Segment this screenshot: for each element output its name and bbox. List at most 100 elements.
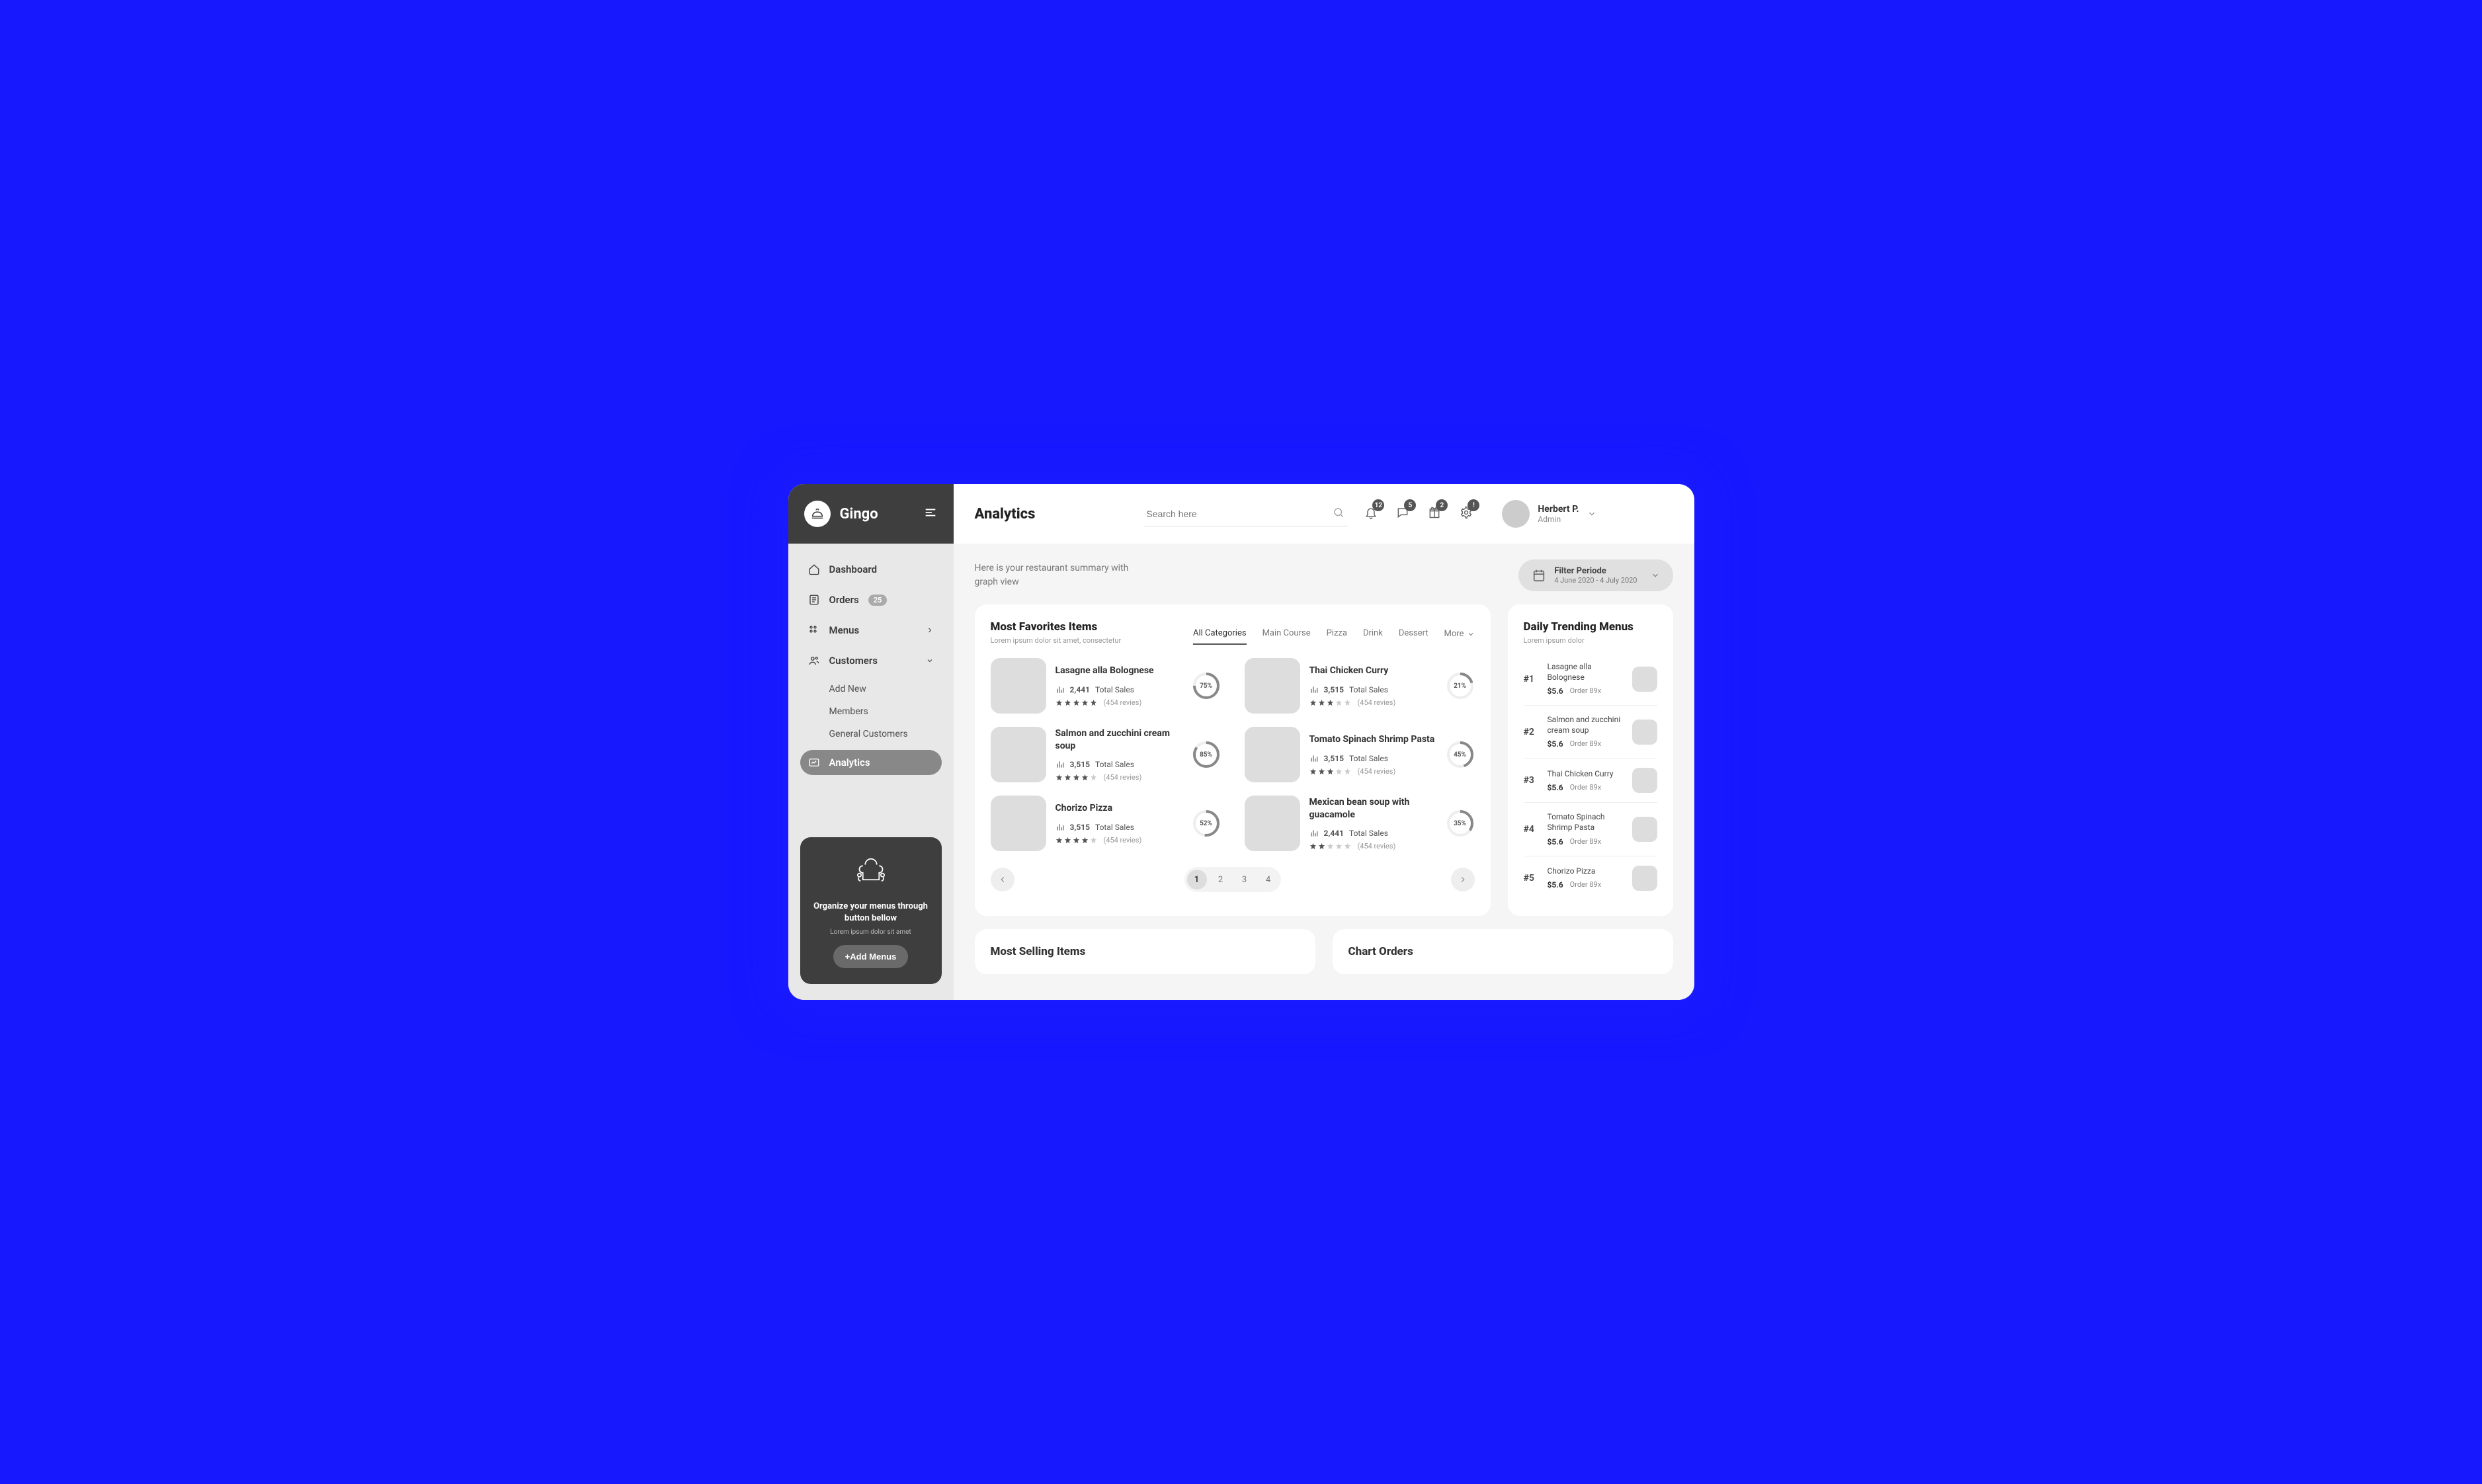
selling-title: Most Selling Items — [991, 945, 1300, 958]
star-icon — [1335, 768, 1343, 775]
sub-add-new[interactable]: Add New — [821, 679, 942, 700]
trend-rank: #1 — [1524, 674, 1540, 684]
trending-item[interactable]: #1 Lasagne alla Bolognese $5.6 Order 89x — [1524, 653, 1657, 705]
favorite-item[interactable]: Chorizo Pizza 3,515Total Sales (454 revi… — [991, 796, 1221, 851]
app-frame: Gingo Dashboard Orders 25 Menus C — [788, 484, 1694, 1000]
trend-rank: #5 — [1524, 873, 1540, 884]
star-icon — [1335, 843, 1343, 850]
pct-label: 21% — [1446, 671, 1475, 700]
star-icon — [1073, 699, 1080, 706]
pct-ring: 35% — [1446, 809, 1475, 838]
nav-dashboard[interactable]: Dashboard — [800, 557, 942, 582]
orders-badge: 25 — [868, 595, 888, 606]
trend-price: $5.6 — [1548, 739, 1563, 749]
page-3[interactable]: 3 — [1235, 870, 1255, 889]
star-icon — [1318, 699, 1325, 706]
favorites-grid: Lasagne alla Bolognese 2,441Total Sales … — [991, 658, 1475, 851]
star-icon — [1090, 699, 1097, 706]
tab-drink[interactable]: Drink — [1363, 628, 1383, 645]
trending-title: Daily Trending Menus — [1524, 620, 1657, 634]
chat-icon[interactable]: 5 — [1396, 506, 1409, 522]
item-thumb — [991, 658, 1046, 714]
star-icon — [1344, 843, 1351, 850]
stars — [1309, 768, 1351, 775]
pct-ring: 85% — [1192, 740, 1221, 769]
trend-name: Lasagne alla Bolognese — [1548, 662, 1624, 682]
trend-thumb — [1632, 817, 1657, 842]
bell-badge: 12 — [1372, 499, 1384, 511]
favorites-sub: Lorem ipsum dolor sit amet, consectetur — [991, 636, 1122, 645]
calendar-icon — [1532, 568, 1546, 583]
page-next[interactable] — [1451, 868, 1475, 891]
brand-name: Gingo — [840, 506, 878, 522]
sub-general[interactable]: General Customers — [821, 723, 942, 745]
tab-dessert[interactable]: Dessert — [1399, 628, 1428, 645]
bell-icon[interactable]: 12 — [1364, 506, 1378, 522]
star-icon — [1327, 768, 1334, 775]
favorite-item[interactable]: Salmon and zucchini cream soup 3,515Tota… — [991, 727, 1221, 782]
summary-text: Here is your restaurant summary with gra… — [975, 561, 1147, 589]
selling-card: Most Selling Items — [975, 929, 1315, 974]
favorite-item[interactable]: Lasagne alla Bolognese 2,441Total Sales … — [991, 658, 1221, 714]
trend-thumb — [1632, 720, 1657, 745]
user-role: Admin — [1538, 515, 1579, 524]
content-row: Most Favorites Items Lorem ipsum dolor s… — [975, 604, 1673, 916]
user-menu[interactable]: Herbert P. Admin — [1502, 500, 1596, 528]
favorites-card: Most Favorites Items Lorem ipsum dolor s… — [975, 604, 1491, 916]
chef-icon — [852, 853, 889, 890]
nav-label: Dashboard — [829, 563, 878, 575]
trending-item[interactable]: #3 Thai Chicken Curry $5.6 Order 89x — [1524, 758, 1657, 802]
page-2[interactable]: 2 — [1211, 870, 1231, 889]
nav-analytics[interactable]: Analytics — [800, 750, 942, 775]
gear-badge: ! — [1468, 499, 1479, 511]
item-stats: 3,515Total Sales — [1309, 754, 1436, 763]
chevron-down-icon — [926, 657, 934, 665]
star-icon — [1081, 837, 1089, 844]
star-icon — [1055, 699, 1063, 706]
review-count: (454 revies) — [1104, 698, 1142, 707]
gift-icon[interactable]: 2 — [1428, 506, 1441, 522]
item-rating: (454 revies) — [1309, 842, 1436, 850]
bars-icon — [1309, 754, 1319, 763]
search-wrap — [1143, 502, 1348, 526]
sub-members[interactable]: Members — [821, 701, 942, 722]
nav-orders[interactable]: Orders 25 — [800, 587, 942, 612]
search-input[interactable] — [1143, 502, 1348, 526]
filter-periode[interactable]: Filter Periode 4 June 2020 - 4 July 2020 — [1518, 559, 1673, 591]
tab-more[interactable]: More — [1444, 628, 1475, 645]
trend-rank: #3 — [1524, 775, 1540, 786]
gear-icon[interactable]: ! — [1460, 506, 1473, 522]
add-menus-button[interactable]: +Add Menus — [833, 945, 909, 968]
gift-badge: 2 — [1436, 499, 1448, 511]
star-icon — [1055, 774, 1063, 781]
tab-pizza[interactable]: Pizza — [1327, 628, 1347, 645]
trend-name: Salmon and zucchini cream soup — [1548, 715, 1624, 735]
chart-title: Chart Orders — [1348, 945, 1657, 958]
page-prev[interactable] — [991, 868, 1014, 891]
trending-item[interactable]: #5 Chorizo Pizza $5.6 Order 89x — [1524, 856, 1657, 900]
trending-item[interactable]: #2 Salmon and zucchini cream soup $5.6 O… — [1524, 705, 1657, 758]
menu-toggle-icon[interactable] — [923, 505, 938, 522]
nav: Dashboard Orders 25 Menus Customers Add … — [788, 544, 954, 837]
page-1[interactable]: 1 — [1187, 870, 1207, 889]
trending-sub: Lorem ipsum dolor — [1524, 636, 1657, 645]
search-icon[interactable] — [1333, 507, 1344, 521]
favorite-item[interactable]: Tomato Spinach Shrimp Pasta 3,515Total S… — [1245, 727, 1475, 782]
pct-ring: 75% — [1192, 671, 1221, 700]
review-count: (454 revies) — [1358, 767, 1396, 776]
favorite-item[interactable]: Thai Chicken Curry 3,515Total Sales (454… — [1245, 658, 1475, 714]
avatar — [1502, 500, 1530, 528]
trend-order: Order 89x — [1570, 837, 1602, 846]
tab-more-label: More — [1444, 629, 1464, 639]
page-4[interactable]: 4 — [1259, 870, 1278, 889]
nav-customers[interactable]: Customers — [800, 648, 942, 673]
item-rating: (454 revies) — [1055, 698, 1182, 707]
item-stats: 3,515Total Sales — [1309, 685, 1436, 694]
trending-item[interactable]: #4 Tomato Spinach Shrimp Pasta $5.6 Orde… — [1524, 802, 1657, 855]
tab-all[interactable]: All Categories — [1193, 628, 1247, 645]
user-text: Herbert P. Admin — [1538, 504, 1579, 524]
favorite-item[interactable]: Mexican bean soup with guacamole 2,441To… — [1245, 796, 1475, 851]
item-thumb — [1245, 796, 1300, 851]
tab-main[interactable]: Main Course — [1262, 628, 1311, 645]
nav-menus[interactable]: Menus — [800, 618, 942, 643]
